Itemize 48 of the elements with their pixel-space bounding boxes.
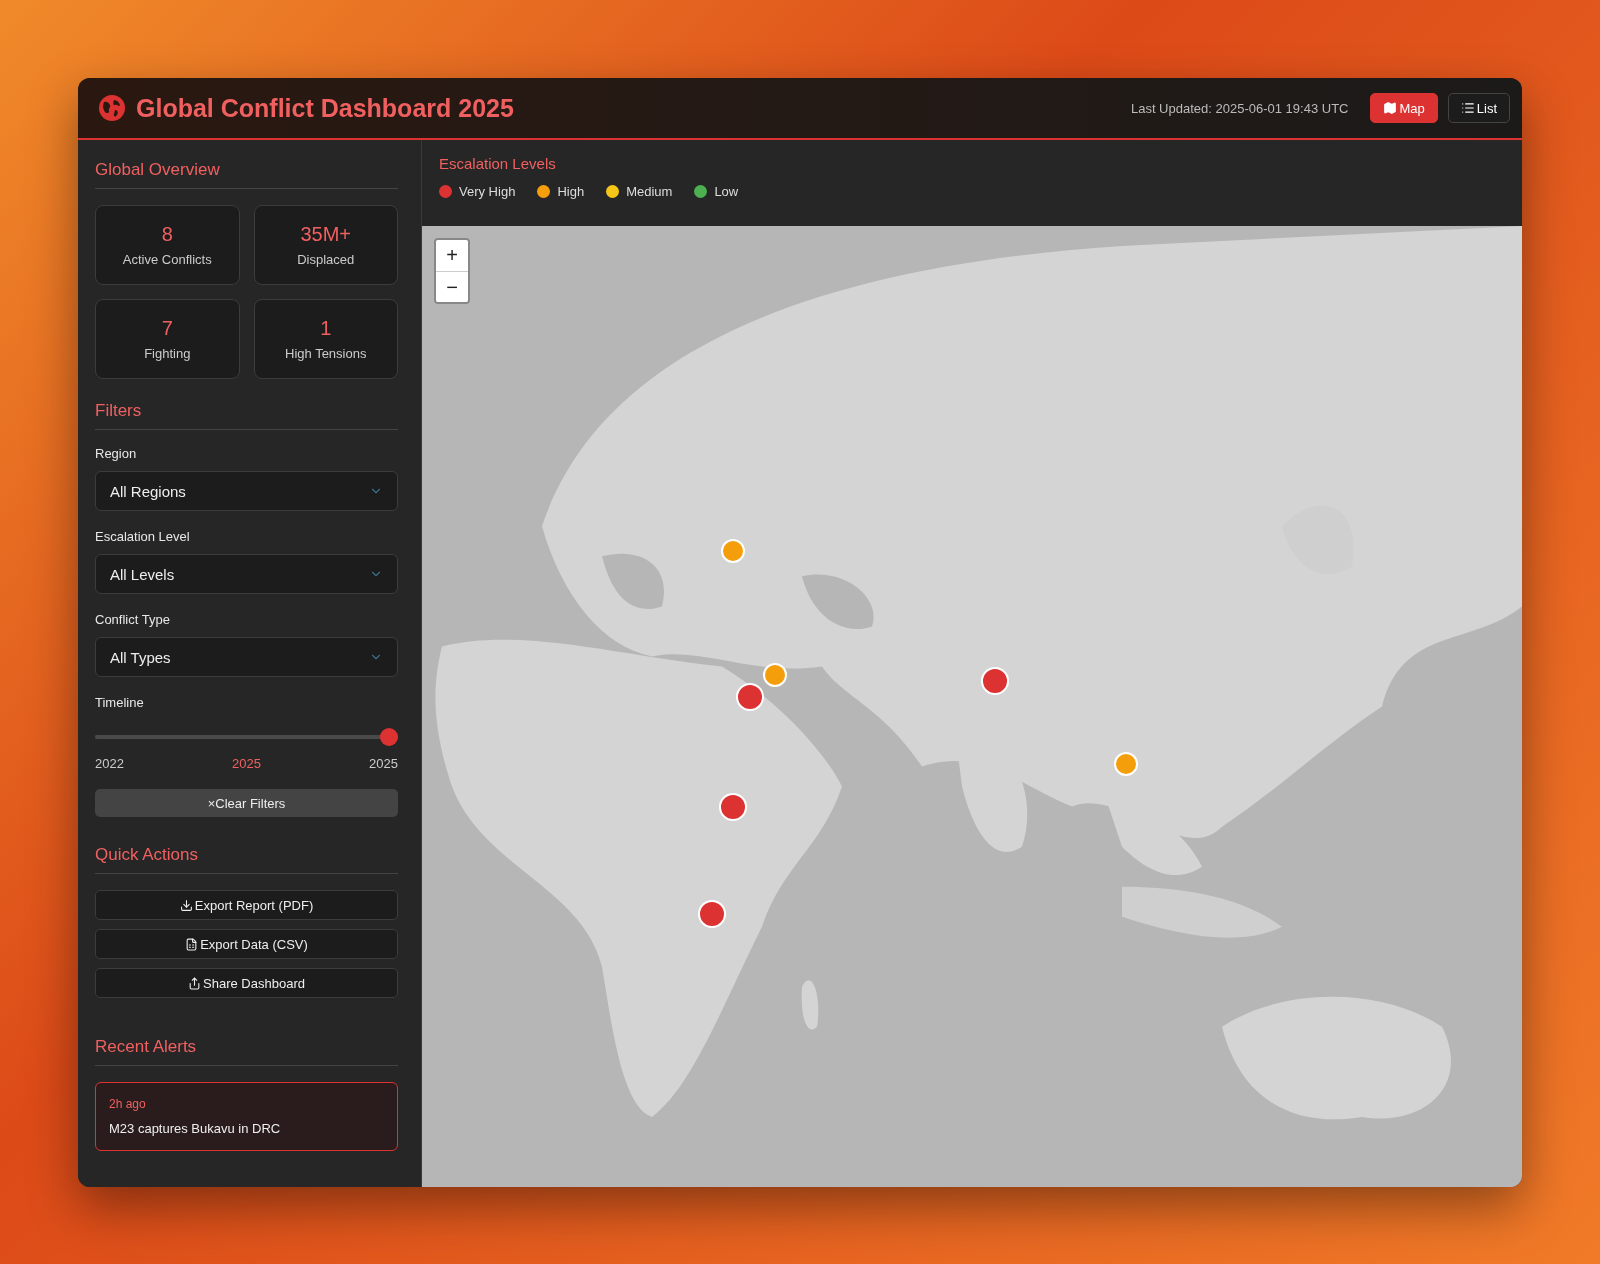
legend-label: Low xyxy=(714,184,739,199)
field-label: Escalation Level xyxy=(95,529,191,544)
stat-label: High Tensions xyxy=(285,346,367,361)
field-label: Timeline xyxy=(95,695,145,710)
zoom-out-button[interactable]: − xyxy=(436,271,468,302)
stat-value: 7 xyxy=(161,317,173,340)
action-button[interactable]: Share Dashboard xyxy=(95,968,398,998)
legend-label: Very High xyxy=(459,184,516,199)
view-toggle-button[interactable]: List xyxy=(1447,93,1510,123)
clear-filters-button[interactable]: ×Clear Filters xyxy=(95,789,398,817)
select-dropdown[interactable]: All Levels xyxy=(95,554,398,594)
app-title: Global Conflict Dashboard 2025 xyxy=(136,93,515,123)
last-updated: Last Updated: 2025-06-01 19:43 UTC xyxy=(1130,100,1349,116)
select-dropdown[interactable]: All Regions xyxy=(95,471,398,511)
stat-label: Fighting xyxy=(144,346,191,361)
map-icon xyxy=(1383,101,1398,115)
alert-text: M23 captures Bukavu in DRC xyxy=(109,1121,282,1136)
globe-icon xyxy=(98,94,126,122)
slider-max-label: 2025 xyxy=(369,756,398,771)
action-button[interactable]: Export Report (PDF) xyxy=(95,890,398,920)
share-icon xyxy=(188,976,202,990)
action-button[interactable]: Export Data (CSV) xyxy=(95,929,398,959)
field-label: Conflict Type xyxy=(95,612,171,627)
legend-title: Escalation Levels xyxy=(439,155,557,172)
slider-track[interactable] xyxy=(95,728,398,746)
download-icon xyxy=(179,898,193,912)
stat-label: Active Conflicts xyxy=(122,252,212,267)
alert-time: 2h ago xyxy=(109,1097,147,1111)
select-dropdown[interactable]: All Types xyxy=(95,637,398,677)
list-icon xyxy=(1460,101,1475,115)
section-title: Filters xyxy=(95,401,398,430)
legend-label: High xyxy=(557,184,585,199)
stat-label: Displaced xyxy=(297,252,355,267)
slider-current-value: 2025 xyxy=(232,756,261,771)
stat-value: 8 xyxy=(161,223,173,246)
view-toggle-button[interactable]: Map xyxy=(1370,93,1438,123)
section-title: Quick Actions xyxy=(95,845,398,874)
document-icon xyxy=(185,937,199,951)
section-title: Recent Alerts xyxy=(95,1037,398,1066)
slider-thumb[interactable] xyxy=(380,728,398,746)
stat-value: 1 xyxy=(320,317,332,340)
zoom-in-button[interactable]: + xyxy=(436,240,468,271)
field-label: Region xyxy=(95,446,138,461)
legend-label: Medium xyxy=(626,184,673,199)
alert-card[interactable]: 2h ago M23 captures Bukavu in DRC xyxy=(95,1082,398,1151)
slider-min-label: 2022 xyxy=(95,756,124,771)
stat-value: 35M+ xyxy=(300,223,352,246)
section-title: Global Overview xyxy=(95,160,398,189)
